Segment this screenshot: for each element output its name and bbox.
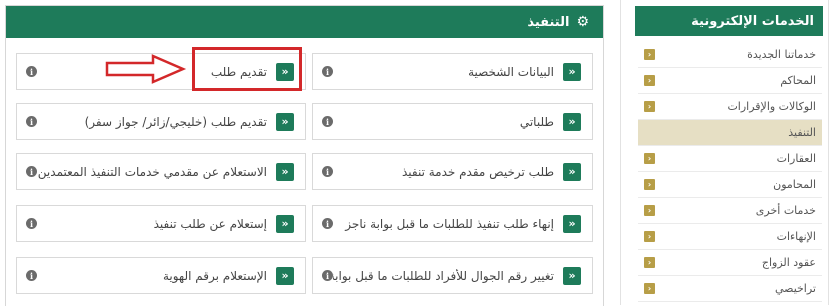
chevron-left-icon: ‹ [644,231,655,242]
sidebar-item-label: العقارات [776,152,816,165]
chevron-left-icon: ‹ [644,153,655,164]
double-chevron-icon: « [276,214,294,233]
sidebar-item-label: عقود الزواج [761,256,816,269]
sidebar-item-marriage-contracts[interactable]: عقود الزواج ‹ [638,250,822,276]
sidebar-item-terminations[interactable]: الإنهاءات ‹ [638,224,822,250]
main-panel-title: التنفيذ [527,14,570,30]
info-icon[interactable]: i [322,218,333,229]
info-icon[interactable]: i [26,116,37,127]
info-icon[interactable]: i [322,66,333,77]
sidebar-item-lawyers[interactable]: المحامون ‹ [638,172,822,198]
sidebar: الخدمات الإلكترونية خدماتنا الجديدة ‹ ال… [620,0,829,305]
sidebar-item-label: المحاكم [780,74,816,87]
service-card-label: الإستعلام برقم الهوية [162,268,267,283]
double-chevron-icon: « [563,266,581,285]
sidebar-item-label: المحامون [773,178,816,191]
sidebar-item-label: خدماتنا الجديدة [747,48,816,61]
chevron-left-icon: ‹ [644,75,655,86]
sidebar-item-other-services[interactable]: خدمات أخرى ‹ [638,198,822,224]
double-chevron-icon: « [563,112,581,131]
chevron-left-icon: ‹ [644,283,655,294]
sidebar-item-label: خدمات أخرى [755,204,816,217]
service-card-end-execution[interactable]: « إنهاء طلب تنفيذ للطلبات ما قبل بوابة ن… [312,205,593,242]
info-icon[interactable]: i [26,218,37,229]
sidebar-item-label: التنفيذ [788,126,816,139]
info-icon[interactable]: i [26,66,37,77]
service-card-label: طلب ترخيص مقدم خدمة تنفيذ [401,164,554,179]
service-card-my-requests[interactable]: « طلباتي i [312,103,593,140]
info-icon[interactable]: i [26,166,37,177]
sidebar-menu: خدماتنا الجديدة ‹ المحاكم ‹ الوكالات وال… [638,42,822,302]
double-chevron-icon: « [563,162,581,181]
service-card-personal-data[interactable]: « البيانات الشخصية i [312,53,593,90]
sidebar-item-execution[interactable]: التنفيذ [638,120,822,146]
sidebar-item-label: الوكالات والإقرارات [727,100,816,113]
double-chevron-icon: « [563,62,581,81]
sidebar-item-courts[interactable]: المحاكم ‹ [638,68,822,94]
gear-icon: ⚙ [576,14,589,30]
service-card-label: إستعلام عن طلب تنفيذ [153,216,267,231]
info-icon[interactable]: i [322,166,333,177]
info-icon[interactable]: i [322,116,333,127]
sidebar-item-my-licenses[interactable]: تراخيصي ‹ [638,276,822,302]
main-panel: ⚙ التنفيذ « البيانات الشخصية i « طلباتي … [5,5,604,306]
sidebar-item-agencies[interactable]: الوكالات والإقرارات ‹ [638,94,822,120]
service-card-query-providers[interactable]: « الاستعلام عن مقدمي خدمات التنفيذ المعت… [16,153,306,190]
service-card-change-mobile[interactable]: « تغيير رقم الجوال للأفراد للطلبات ما قب… [312,257,593,294]
sidebar-item-new-services[interactable]: خدماتنا الجديدة ‹ [638,42,822,68]
service-card-query-request[interactable]: « إستعلام عن طلب تنفيذ i [16,205,306,242]
service-card-label: البيانات الشخصية [468,64,554,79]
chevron-left-icon: ‹ [644,179,655,190]
sidebar-item-label: الإنهاءات [776,230,816,243]
chevron-left-icon: ‹ [644,101,655,112]
service-card-label: الاستعلام عن مقدمي خدمات التنفيذ المعتمد… [37,164,267,179]
double-chevron-icon: « [276,266,294,285]
main-panel-header: ⚙ التنفيذ [6,6,603,38]
chevron-left-icon: ‹ [644,205,655,216]
sidebar-item-label: تراخيصي [774,282,816,295]
service-card-label: إنهاء طلب تنفيذ للطلبات ما قبل بوابة ناج… [345,216,554,231]
service-card-label: طلباتي [519,114,554,129]
service-card-label: تغيير رقم الجوال للأفراد للطلبات ما قبل … [333,268,554,283]
service-card-label: تقديم طلب (خليجي/زائر/ جواز سفر) [84,114,267,129]
chevron-left-icon: ‹ [644,49,655,60]
service-card-submit-request-gulf[interactable]: « تقديم طلب (خليجي/زائر/ جواز سفر) i [16,103,306,140]
double-chevron-icon: « [276,162,294,181]
service-card-provider-license[interactable]: « طلب ترخيص مقدم خدمة تنفيذ i [312,153,593,190]
double-chevron-icon: « [276,62,294,81]
info-icon[interactable]: i [322,270,333,281]
double-chevron-icon: « [563,214,581,233]
sidebar-title: الخدمات الإلكترونية [635,6,823,36]
double-chevron-icon: « [276,112,294,131]
sidebar-item-real-estate[interactable]: العقارات ‹ [638,146,822,172]
info-icon[interactable]: i [26,270,37,281]
service-card-query-by-id[interactable]: « الإستعلام برقم الهوية i [16,257,306,294]
chevron-left-icon: ‹ [644,257,655,268]
red-arrow-annotation [105,54,187,84]
